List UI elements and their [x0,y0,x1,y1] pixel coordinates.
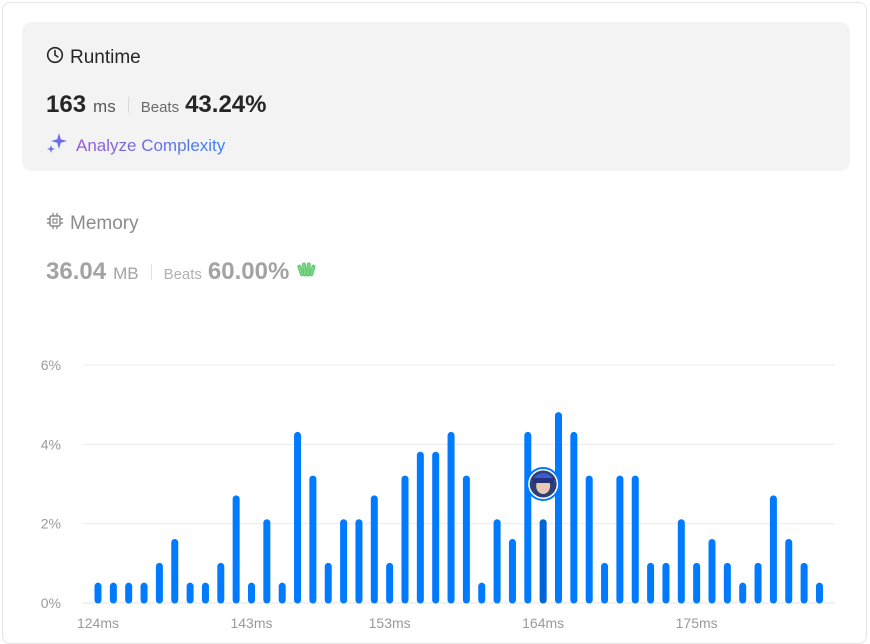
analyze-complexity-link[interactable]: Analyze Complexity [46,132,225,159]
x-tick-label: 143ms [230,615,272,631]
runtime-distribution-chart[interactable]: 0% 2% 4% 6% 124ms 143ms 153ms 164ms 175ms [3,343,863,633]
y-tick-label: 0% [41,595,61,611]
memory-card[interactable]: Memory 36.04 MB Beats 60.00% [22,190,850,300]
memory-beats-label: Beats [163,266,202,283]
memory-value: 36.04 [46,258,107,285]
runtime-card[interactable]: Runtime 163 ms Beats 43.24% Analyze Comp… [22,22,850,171]
x-tick-label: 124ms [77,615,119,631]
submission-result-panel: Runtime 163 ms Beats 43.24% Analyze Comp… [2,2,867,644]
memory-beats-value: 60.00% [207,258,290,285]
runtime-value: 163 [46,91,87,118]
runtime-beats-label: Beats [140,99,180,116]
memory-unit: MB [113,264,139,283]
divider [150,264,152,280]
chip-icon [46,212,64,235]
runtime-beats-value: 43.24% [185,91,267,118]
divider [127,97,129,113]
clock-icon [46,46,64,69]
memory-metric: 36.04 MB Beats 60.00% [46,258,318,286]
runtime-title: Runtime [70,46,141,68]
x-tick-label: 164ms [522,615,564,631]
clapping-hands-icon [296,260,318,285]
sparkle-icon [46,132,68,159]
runtime-header: Runtime [46,46,141,69]
runtime-metric: 163 ms Beats 43.24% [46,91,266,119]
memory-header: Memory [46,212,139,235]
memory-title: Memory [70,212,139,234]
y-tick-label: 4% [41,436,61,452]
y-tick-label: 6% [41,357,61,373]
user-avatar[interactable] [526,467,561,501]
x-tick-label: 153ms [369,615,411,631]
x-tick-label: 175ms [676,615,718,631]
y-tick-label: 2% [41,516,61,532]
analyze-complexity-label: Analyze Complexity [76,135,226,155]
runtime-unit: ms [93,97,116,116]
